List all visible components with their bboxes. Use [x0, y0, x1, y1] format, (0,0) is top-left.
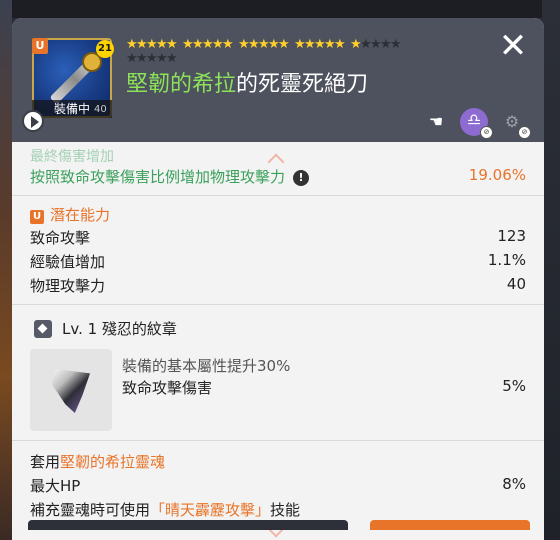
star-filled-icon: ★	[350, 37, 362, 52]
unique-mini-badge: U	[30, 210, 44, 224]
emblem-stat-row: 致命攻擊傷害 5%	[122, 377, 526, 399]
soul-header: 套用堅韌的希拉靈魂	[30, 451, 526, 473]
item-title-rest: 的死靈死絕刀	[236, 72, 369, 97]
star-filled-icon: ★	[166, 37, 178, 52]
star-filled-icon: ★	[238, 37, 250, 52]
star-filled-icon: ★	[212, 37, 224, 52]
potential-value: 40	[506, 275, 526, 293]
star-empty-icon: ★	[126, 51, 138, 66]
star-filled-icon: ★	[278, 37, 290, 52]
info-icon[interactable]: !	[293, 170, 310, 186]
emblem-title: Lv. 1 殘忍的紋章	[62, 320, 177, 338]
hand-icon[interactable]: ☚	[424, 110, 448, 134]
stat-row: 按照致命攻擊傷害比例增加物理攻擊力! 19.06%	[30, 166, 526, 188]
emblem-header: Lv. 1 殘忍的紋章	[62, 318, 526, 340]
soul-name: 堅韌的希拉靈魂	[60, 453, 166, 471]
emblem-desc-row: 裝備的基本屬性提升30%	[122, 355, 526, 377]
potential-value: 123	[497, 227, 526, 245]
emblem-axe-icon	[52, 369, 90, 413]
background-right	[542, 0, 560, 540]
star-empty-icon: ★	[360, 37, 372, 52]
star-filled-icon: ★	[192, 37, 204, 52]
unique-badge: U	[32, 38, 48, 54]
bottom-action-button[interactable]	[28, 520, 348, 530]
star-filled-icon: ★	[146, 37, 158, 52]
star-empty-icon: ★	[136, 51, 148, 66]
play-button[interactable]	[22, 110, 44, 132]
lock-badge-icon: ⊘	[480, 126, 493, 139]
emblem-diamond-icon	[34, 320, 52, 338]
star-filled-icon: ★	[182, 37, 194, 52]
emblem-image-box	[30, 349, 112, 431]
star-filled-icon: ★	[268, 37, 280, 52]
soul-skill-suffix: 技能	[270, 501, 301, 519]
soul-skill-row: 補充靈魂時可使用「晴天霹靂攻擊」技能	[30, 499, 526, 521]
potential-header: U 潛在能力	[30, 204, 526, 226]
potential-section: U 潛在能力 致命攻擊 123 經驗值增加 1.1% 物理攻擊力 40	[12, 196, 544, 305]
background-top	[0, 0, 560, 18]
emblem-stat-label: 致命攻擊傷害	[122, 379, 213, 397]
potential-row: 經驗值增加 1.1%	[30, 251, 526, 273]
star-empty-icon: ★	[146, 51, 158, 66]
star-empty-icon: ★	[380, 37, 392, 52]
star-empty-icon: ★	[370, 37, 382, 52]
emblem-section: Lv. 1 殘忍的紋章 裝備的基本屬性提升30% 致命攻擊傷害 5%	[12, 305, 544, 441]
soul-skill-prefix: 補充靈魂時可使用	[30, 501, 151, 519]
star-empty-icon: ★	[166, 51, 178, 66]
star-empty-icon: ★	[156, 51, 168, 66]
star-filled-icon: ★	[324, 37, 336, 52]
star-filled-icon: ★	[202, 37, 214, 52]
soul-hp-row: 最大HP 8%	[30, 475, 526, 497]
emblem-desc: 裝備的基本屬性提升30%	[122, 357, 291, 375]
potential-row: 致命攻擊 123	[30, 227, 526, 249]
potential-value: 1.1%	[487, 251, 526, 269]
upgrade-level-badge: 21	[96, 40, 114, 58]
star-filled-icon: ★	[314, 37, 326, 52]
potential-label: 經驗值增加	[30, 253, 106, 271]
item-tooltip-panel: U 21 裝備中 40 ★★★★★ ★★★★★ ★★★★★ ★★★★★ ★★★★★ ★★★…	[12, 18, 544, 540]
item-title-accent: 堅韌的希拉	[126, 72, 237, 97]
soul-prefix: 套用	[30, 453, 61, 471]
potential-label: 致命攻擊	[30, 229, 91, 247]
star-filled-icon: ★	[304, 37, 316, 52]
star-filled-icon: ★	[248, 37, 260, 52]
close-button[interactable]: ✕	[498, 29, 528, 63]
potential-label: 物理攻擊力	[30, 277, 106, 295]
star-empty-icon: ★	[390, 37, 402, 52]
bottom-action-button[interactable]	[370, 520, 530, 530]
item-title: 堅韌的希拉的死靈死絕刀	[126, 66, 368, 98]
stat-value: 19.06%	[468, 166, 526, 184]
soul-hp-value: 8%	[502, 475, 526, 493]
tooltip-body: 最終傷害增加 按照致命攻擊傷害比例增加物理攻擊力! 19.06% U 潛在能力 致…	[12, 142, 544, 540]
soul-hp-label: 最大HP	[30, 477, 81, 495]
potential-row: 物理攻擊力 40	[30, 275, 526, 297]
star-filled-icon: ★	[222, 37, 234, 52]
star-filled-icon: ★	[334, 37, 346, 52]
potential-title: 潛在能力	[50, 206, 111, 224]
star-filled-icon: ★	[136, 37, 148, 52]
soul-skill-name: 「晴天霹靂攻擊」	[150, 501, 271, 519]
item-level: 40	[94, 104, 107, 115]
cut-off-stat: 最終傷害增加	[30, 149, 114, 165]
lock-badge-icon: ⊘	[518, 126, 531, 139]
stat-label: 按照致命攻擊傷害比例增加物理攻擊力	[30, 168, 286, 186]
star-filled-icon: ★	[294, 37, 306, 52]
star-filled-icon: ★	[258, 37, 270, 52]
stats-section: 最終傷害增加 按照致命攻擊傷害比例增加物理攻擊力! 19.06%	[12, 142, 544, 196]
background-left	[0, 0, 12, 540]
star-filled-icon: ★	[156, 37, 168, 52]
emblem-stat-value: 5%	[502, 377, 526, 395]
star-filled-icon: ★	[126, 37, 138, 52]
tooltip-header: U 21 裝備中 40 ★★★★★ ★★★★★ ★★★★★ ★★★★★ ★★★★★ ★★★…	[12, 18, 544, 142]
